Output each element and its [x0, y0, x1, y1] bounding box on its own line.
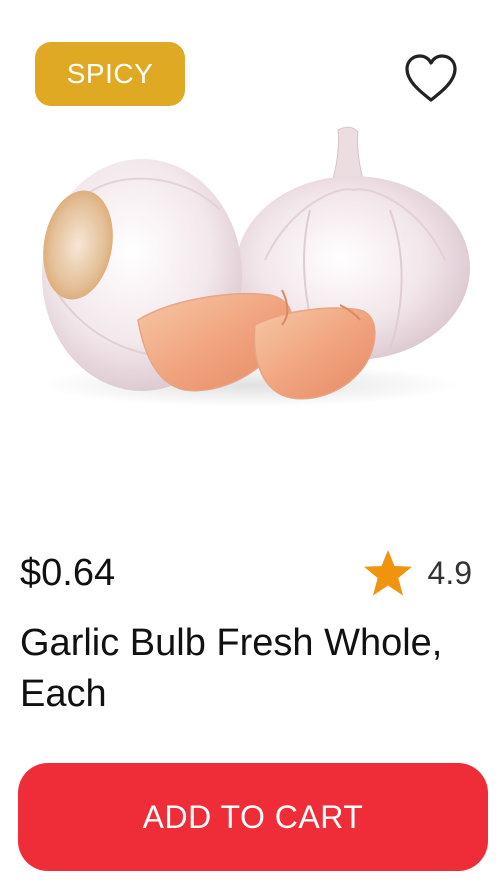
product-rating: 4.9 [362, 548, 472, 598]
star-icon [363, 550, 412, 596]
favorite-button[interactable] [403, 53, 459, 105]
add-to-cart-button[interactable]: ADD TO CART [18, 763, 488, 871]
product-image [40, 126, 470, 407]
product-name: Garlic Bulb Fresh Whole, Each [20, 622, 443, 715]
spicy-badge: SPICY [35, 42, 185, 106]
rating-value: 4.9 [427, 554, 472, 591]
product-price: $0.64 [20, 552, 116, 594]
heart-outline-icon [405, 54, 457, 102]
